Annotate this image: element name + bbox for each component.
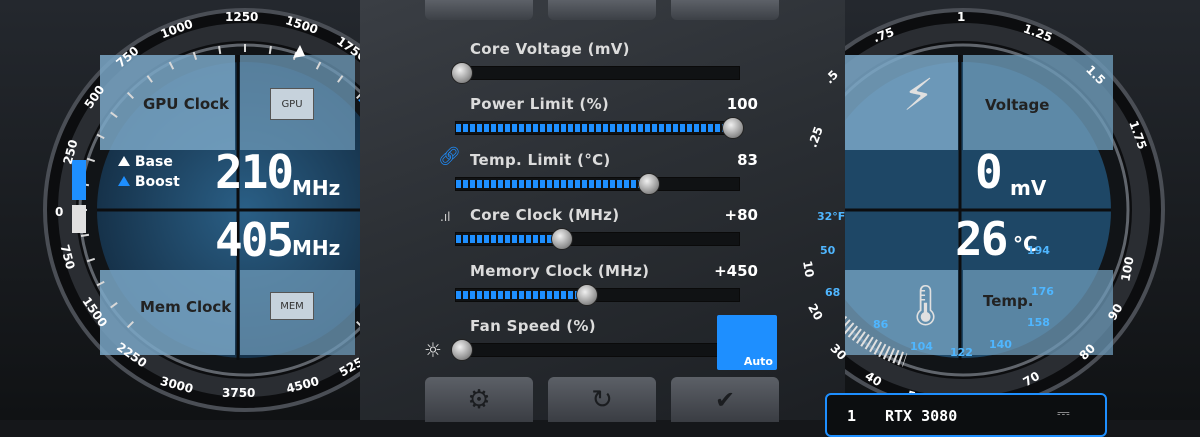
fan-auto-toggle[interactable]: Auto <box>717 315 777 370</box>
fan-speed-slider-knob[interactable] <box>451 339 473 361</box>
memory-clock-value: +450 <box>714 262 758 280</box>
voltage-value: 0 <box>975 145 1003 199</box>
settings-button[interactable]: ⚙ <box>425 377 533 422</box>
dial-num: 0 <box>55 205 64 219</box>
dial-num: 10 <box>800 259 817 279</box>
boost-label: Boost <box>134 174 180 190</box>
mem-clock-label: Mem Clock <box>140 298 232 316</box>
oc-scanner-button[interactable] <box>548 0 656 20</box>
temp-limit-value: 83 <box>737 151 758 169</box>
gpu-name: RTX 3080 <box>885 407 958 425</box>
dial-num: 1250 <box>225 10 259 24</box>
voltage-temp-gauge <box>845 8 1165 412</box>
power-limit-slider-track[interactable] <box>455 121 740 135</box>
voltage-label: Voltage <box>985 96 1050 114</box>
reset-button[interactable]: ↻ <box>548 377 656 422</box>
temp-limit-slider-track[interactable] <box>455 177 740 191</box>
dial-num: 1 <box>957 10 966 24</box>
left-gauge-frame: GPU Clock GPU Mem Clock MEM Base Boost 2… <box>0 0 427 420</box>
triangle-white-icon <box>118 156 130 166</box>
triangle-blue-icon <box>118 176 130 186</box>
temp-scale-num: 140 <box>989 338 1012 351</box>
voltage-unit: mV <box>1010 176 1047 200</box>
gpu-chip-label: GPU <box>281 98 303 110</box>
temp-scale-num: 194 <box>1027 244 1050 257</box>
gpu-clock-unit: MHz <box>292 176 341 200</box>
temp-limit-label: Temp. Limit (°C) <box>470 151 611 169</box>
fan-auto-label: Auto <box>743 355 773 368</box>
core-clock-slider-knob[interactable] <box>551 228 573 250</box>
core-voltage-label: Core Voltage (mV) <box>470 40 630 58</box>
gpu-index: 1 <box>847 407 857 425</box>
memory-clock-slider-fill <box>456 291 581 299</box>
power-limit-slider-fill <box>456 124 727 132</box>
profile-button-k[interactable] <box>425 0 533 20</box>
temp-scale-num: 86 <box>873 318 889 331</box>
temp-limit-slider-fill <box>456 180 643 188</box>
power-limit-value: 100 <box>726 95 758 113</box>
fahrenheit-label: 32°F <box>817 210 846 223</box>
thermometer-icon: 🌡︎ <box>900 283 951 329</box>
link-icon[interactable]: 🔗︎ <box>438 146 461 167</box>
fan-speed-slider-track[interactable] <box>455 343 740 357</box>
gpu-clock-gauge <box>43 8 360 412</box>
gpu-clock-label: GPU Clock <box>143 95 230 113</box>
power-limit-slider-knob[interactable] <box>722 117 744 139</box>
temp-scale-num: 122 <box>950 346 973 359</box>
core-voltage-slider-track[interactable] <box>455 66 740 80</box>
gpu-clock-value: 210 <box>215 145 294 199</box>
mem-chip-label: MEM <box>280 300 304 312</box>
temp-scale-num: 68 <box>825 286 841 299</box>
mem-clock-unit: MHz <box>292 236 341 260</box>
temp-scale-num: 104 <box>910 340 933 353</box>
memory-clock-slider-knob[interactable] <box>576 284 598 306</box>
memory-chip-icon: MEM <box>270 292 314 320</box>
checkmark-icon: ✔ <box>714 385 736 414</box>
pulse-icon: ⎓ <box>1057 403 1070 422</box>
gauge-tick <box>218 45 222 55</box>
core-clock-value: +80 <box>724 206 758 224</box>
core-clock-slider-track[interactable] <box>455 232 740 246</box>
gpu-selector[interactable]: 1 RTX 3080 ⎓ <box>825 393 1107 437</box>
apply-button[interactable]: ✔ <box>671 377 779 422</box>
gpu-chip-icon: GPU <box>270 88 314 120</box>
right-gauge-frame: ⚡︎ Voltage 0 mV 26 °C Temp. 🌡︎ 32°F 50 6… <box>800 0 1200 437</box>
boost-legend: Boost <box>118 174 180 190</box>
gear-icon: ⚙ <box>467 384 491 415</box>
lightning-icon: ⚡︎ <box>903 70 934 121</box>
core-clock-label: Core Clock (MHz) <box>470 206 620 224</box>
fan-speed-label: Fan Speed (%) <box>470 317 596 335</box>
fan-sun-icon[interactable]: ☼ <box>424 338 442 362</box>
base-label: Base <box>134 154 173 170</box>
temp-scale-num: 50 <box>820 244 836 257</box>
core-clock-slider-fill <box>456 235 556 243</box>
temp-scale-num: 158 <box>1027 316 1050 329</box>
core-voltage-slider-knob[interactable] <box>451 62 473 84</box>
memory-clock-label: Memory Clock (MHz) <box>470 262 650 280</box>
power-limit-label: Power Limit (%) <box>470 95 610 113</box>
base-legend: Base <box>118 154 173 170</box>
temp-limit-slider-knob[interactable] <box>638 173 660 195</box>
dial-num: 3750 <box>222 386 256 400</box>
info-button[interactable] <box>671 0 779 20</box>
temp-scale-num: 176 <box>1031 285 1054 298</box>
gauge-tick <box>268 45 272 55</box>
control-panel: Core Voltage (mV) Power Limit (%) 100 Te… <box>360 0 845 422</box>
gauge-tick <box>80 233 90 237</box>
graph-icon[interactable]: .ıl <box>440 210 450 224</box>
temp-label: Temp. <box>983 292 1034 310</box>
mem-clock-value: 405 <box>215 213 294 267</box>
temp-value: 26 <box>955 212 1008 266</box>
reset-icon: ↻ <box>591 384 613 415</box>
